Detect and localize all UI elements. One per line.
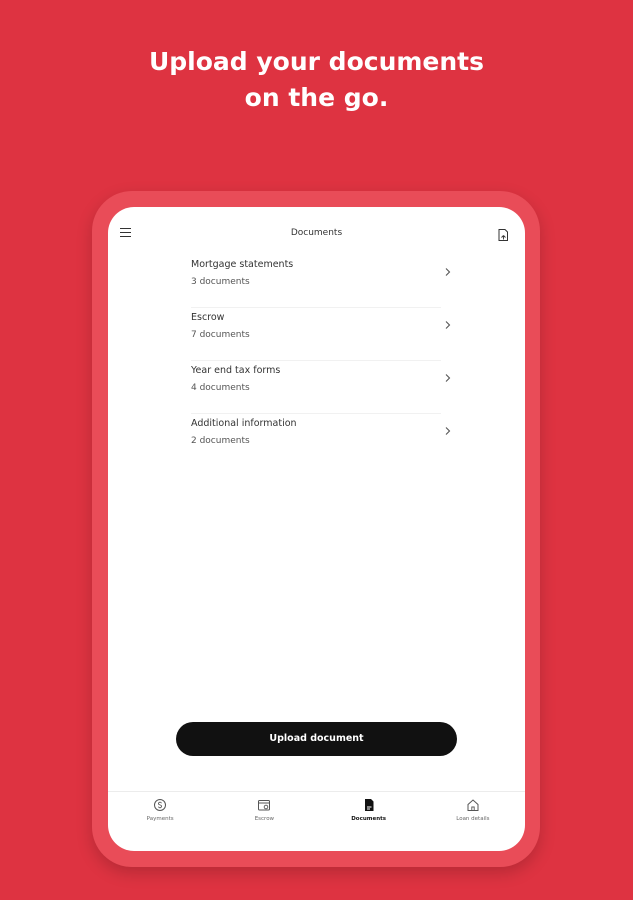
nav-item-documents[interactable]: Documents (317, 792, 421, 851)
list-item-count: 7 documents (191, 330, 250, 340)
list-item-count: 4 documents (191, 383, 250, 393)
list-item-title: Escrow (191, 312, 225, 323)
app-bar: Documents (108, 207, 525, 251)
app-screen: Documents Mortgage statements 3 document… (108, 207, 525, 851)
tablet-frame: Documents Mortgage statements 3 document… (92, 191, 540, 867)
list-item-additional-information[interactable]: Additional information 2 documents (191, 414, 451, 466)
nav-label: Loan details (456, 816, 490, 822)
list-item-escrow[interactable]: Escrow 7 documents (191, 308, 451, 361)
upload-document-button[interactable]: Upload document (176, 722, 457, 756)
chevron-right-icon (445, 374, 451, 382)
documents-icon (364, 799, 374, 811)
chevron-right-icon (445, 427, 451, 435)
list-item-title: Year end tax forms (191, 365, 281, 376)
payments-icon (154, 799, 167, 811)
document-category-list: Mortgage statements 3 documents Escrow 7… (191, 255, 451, 466)
document-upload-icon[interactable] (496, 227, 510, 241)
home-icon (467, 799, 479, 811)
screen-title: Documents (290, 228, 343, 238)
nav-label: Payments (146, 816, 174, 822)
promo-headline: Upload your documents on the go. (0, 44, 633, 116)
list-item-count: 2 documents (191, 436, 250, 446)
list-item-count: 3 documents (191, 277, 250, 287)
list-item-title: Additional information (191, 418, 297, 429)
nav-item-escrow[interactable]: Escrow (212, 792, 316, 851)
chevron-right-icon (445, 268, 451, 276)
list-item-mortgage-statements[interactable]: Mortgage statements 3 documents (191, 255, 451, 308)
nav-label: Escrow (254, 816, 275, 822)
list-item-title: Mortgage statements (191, 259, 294, 270)
chevron-right-icon (445, 321, 451, 329)
nav-label: Documents (351, 816, 387, 822)
escrow-icon (258, 800, 271, 811)
list-item-year-end-tax-forms[interactable]: Year end tax forms 4 documents (191, 361, 451, 414)
promo-headline-line1: Upload your documents (148, 47, 485, 76)
nav-item-loan-details[interactable]: Loan details (421, 792, 525, 851)
promo-headline-line2: on the go. (244, 83, 389, 112)
nav-item-payments[interactable]: Payments (108, 792, 212, 851)
bottom-navigation: Payments Escrow Documents Loan details (108, 791, 525, 851)
